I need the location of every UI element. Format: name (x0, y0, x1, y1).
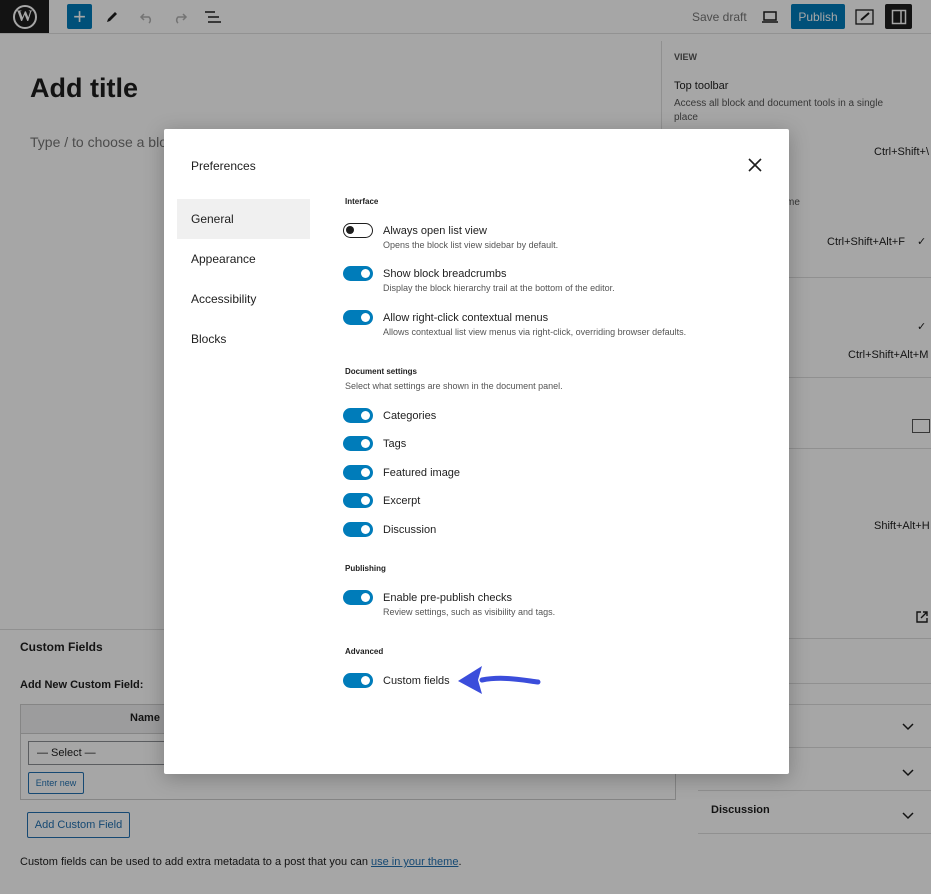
option-description: Review settings, such as visibility and … (383, 607, 556, 617)
toggle-categories[interactable] (343, 408, 373, 423)
arrow-annotation-icon (458, 666, 541, 694)
toggle-excerpt[interactable] (343, 493, 373, 508)
tab-appearance[interactable]: Appearance (177, 239, 310, 279)
option-label: Featured image (383, 467, 461, 479)
option-label: Categories (383, 410, 437, 422)
option-label: Show block breadcrumbs (383, 268, 507, 280)
option-label: Excerpt (383, 495, 421, 507)
close-icon (748, 158, 762, 172)
option-label: Discussion (383, 524, 437, 536)
section-document-heading: Document settings (345, 367, 418, 376)
option-description: Allows contextual list view menus via ri… (383, 327, 687, 337)
option-label: Enable pre-publish checks (383, 592, 513, 604)
close-button[interactable] (744, 154, 766, 176)
section-interface-heading: Interface (345, 197, 379, 206)
tab-accessibility[interactable]: Accessibility (177, 279, 310, 319)
option-label: Custom fields (383, 675, 450, 687)
toggle-featured-image[interactable] (343, 465, 373, 480)
toggle-pre-publish-checks[interactable] (343, 590, 373, 605)
toggle-always-open-list-view[interactable] (343, 223, 373, 238)
toggle-right-click-menus[interactable] (343, 310, 373, 325)
section-advanced-heading: Advanced (345, 647, 384, 656)
tab-general[interactable]: General (177, 199, 310, 239)
toggle-tags[interactable] (343, 436, 373, 451)
option-description: Opens the block list view sidebar by def… (383, 240, 559, 250)
option-description: Display the block hierarchy trail at the… (383, 283, 615, 293)
option-label: Always open list view (383, 225, 487, 237)
option-label: Tags (383, 438, 407, 450)
section-document-desc: Select what settings are shown in the do… (345, 381, 563, 391)
toggle-show-block-breadcrumbs[interactable] (343, 266, 373, 281)
modal-title: Preferences (191, 159, 256, 173)
section-publishing-heading: Publishing (345, 564, 386, 573)
toggle-custom-fields[interactable] (343, 673, 373, 688)
option-label: Allow right-click contextual menus (383, 312, 549, 324)
toggle-discussion[interactable] (343, 522, 373, 537)
tab-blocks[interactable]: Blocks (177, 319, 310, 359)
